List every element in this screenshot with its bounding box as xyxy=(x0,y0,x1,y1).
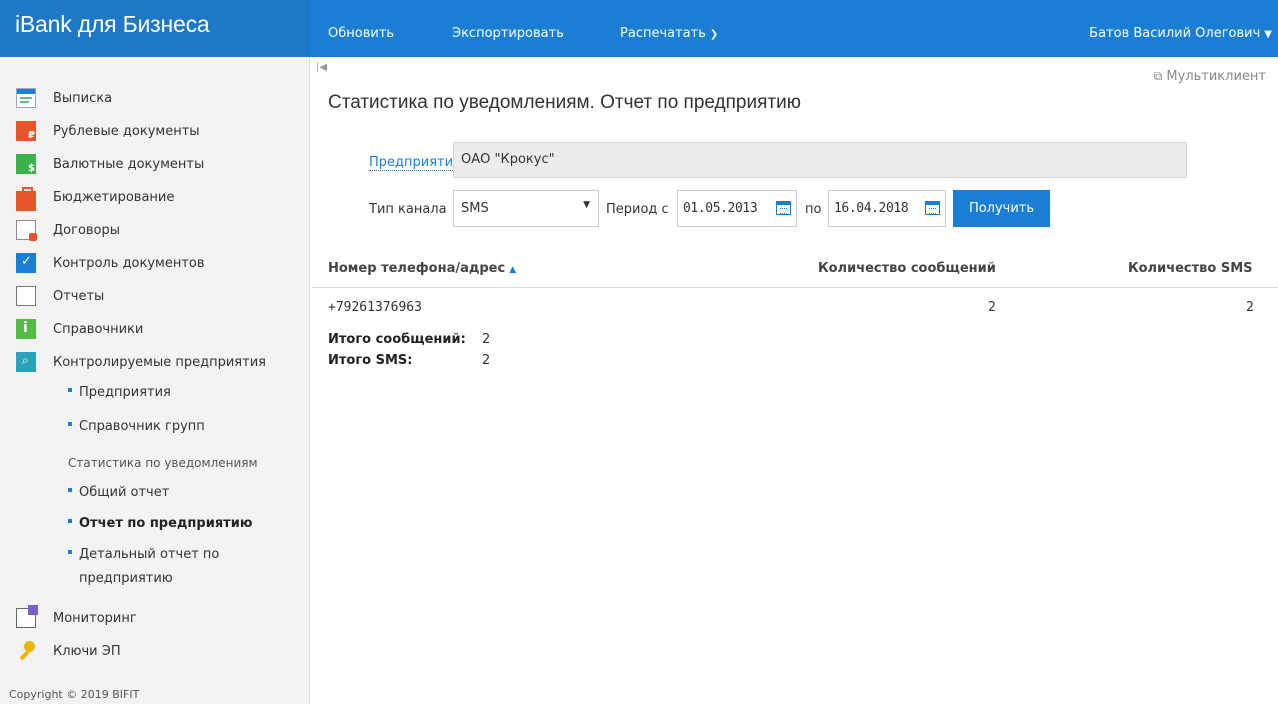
export-label: Экспортировать xyxy=(452,26,564,41)
statement-icon xyxy=(16,88,36,108)
total-sms-label: Итого SMS: xyxy=(328,353,413,368)
sidebar-item-label: Выписка xyxy=(53,91,113,106)
multiclient-link[interactable]: ⧉ Мультиклиент xyxy=(1154,69,1266,84)
period-to-label: по xyxy=(805,202,822,217)
sidebar-item-label: Мониторинг xyxy=(53,611,137,626)
table-cell-phone: +79261376963 xyxy=(328,300,422,315)
collapse-sidebar-icon[interactable]: |◀ xyxy=(316,62,327,73)
monitoring-icon xyxy=(16,605,38,628)
brand-block: iBank для Бизнеса xyxy=(0,0,310,57)
sidebar-item-keys[interactable]: Ключи ЭП xyxy=(16,635,121,661)
sidebar-section-title: Статистика по уведомлениям xyxy=(68,456,258,470)
sort-ascending-icon: ▲ xyxy=(509,265,517,275)
sidebar-item-reports[interactable]: Отчеты xyxy=(16,280,104,306)
sidebar-item-document-control[interactable]: Контроль документов xyxy=(16,247,205,273)
sidebar-subitem-detailed-report-cont[interactable]: предприятию xyxy=(79,571,173,586)
ruble-documents-icon: ₽ xyxy=(16,121,36,141)
print-menu-button[interactable]: Распечатать ❯ xyxy=(620,26,718,41)
sidebar: Выписка ₽ Рублевые документы $ Валютные … xyxy=(0,57,310,704)
sidebar-subitem-general-report[interactable]: Общий отчет xyxy=(68,485,169,500)
sidebar-item-directories[interactable]: Справочники xyxy=(16,313,143,339)
sidebar-item-label: Договоры xyxy=(53,223,121,238)
channel-type-value: SMS xyxy=(461,201,489,216)
total-messages-label: Итого сообщений: xyxy=(328,332,466,347)
sidebar-item-label: Контроль документов xyxy=(53,256,205,271)
enterprise-link[interactable]: Предприятие xyxy=(369,155,462,171)
total-messages-value: 2 xyxy=(482,332,491,347)
date-to-value: 16.04.2018 xyxy=(834,201,909,216)
briefcase-icon xyxy=(16,187,36,211)
date-to-input[interactable]: 16.04.2018 xyxy=(828,190,946,227)
sidebar-item-label: Валютные документы xyxy=(53,157,205,172)
top-bar: iBank для Бизнеса Обновить Экспортироват… xyxy=(0,0,1278,57)
export-button[interactable]: Экспортировать xyxy=(452,26,564,41)
sidebar-subitem-group-directory[interactable]: Справочник групп xyxy=(68,419,205,434)
get-report-button[interactable]: Получить xyxy=(953,190,1050,227)
column-header-phone[interactable]: Номер телефона/адрес ▲ xyxy=(328,261,516,276)
table-cell-sms: 2 xyxy=(1246,300,1254,315)
page-title: Статистика по уведомлениям. Отчет по пре… xyxy=(328,92,801,113)
sidebar-item-label: Ключи ЭП xyxy=(53,644,121,659)
report-icon xyxy=(16,286,36,306)
search-document-icon xyxy=(16,352,36,372)
channel-type-select[interactable]: SMS ▼ xyxy=(453,190,599,227)
column-header-sms[interactable]: Количество SMS xyxy=(1128,261,1253,276)
total-sms-value: 2 xyxy=(482,353,491,368)
user-name: Батов Василий Олегович xyxy=(1089,26,1261,41)
sidebar-item-budgeting[interactable]: Бюджетирование xyxy=(16,181,175,211)
sidebar-item-label: Бюджетирование xyxy=(53,190,175,205)
column-header-label: Номер телефона/адрес xyxy=(328,261,506,276)
app-logo[interactable]: iBank для Бизнеса xyxy=(15,11,210,38)
sidebar-item-contracts[interactable]: Договоры xyxy=(16,214,121,241)
info-icon xyxy=(16,319,36,339)
date-from-input[interactable]: 01.05.2013 xyxy=(677,190,797,227)
external-link-icon: ⧉ xyxy=(1153,69,1163,83)
enterprise-field[interactable]: ОАО "Крокус" xyxy=(453,142,1187,178)
user-menu[interactable]: Батов Василий Олегович ▼ xyxy=(1089,26,1272,41)
sidebar-subitem-detailed-report[interactable]: Детальный отчет по xyxy=(68,547,219,562)
channel-type-label: Тип канала xyxy=(369,202,447,217)
table-cell-messages: 2 xyxy=(988,300,996,315)
check-document-icon xyxy=(16,253,36,273)
sidebar-subitem-enterprises[interactable]: Предприятия xyxy=(68,385,171,400)
sidebar-item-label: Отчеты xyxy=(53,289,105,304)
calendar-icon[interactable] xyxy=(925,201,940,215)
column-header-messages[interactable]: Количество сообщений xyxy=(818,261,996,276)
multiclient-label: Мультиклиент xyxy=(1166,69,1266,84)
currency-documents-icon: $ xyxy=(16,154,36,174)
sidebar-item-currency-documents[interactable]: $ Валютные документы xyxy=(16,148,204,174)
date-from-value: 01.05.2013 xyxy=(683,201,758,216)
sidebar-item-monitoring[interactable]: Мониторинг xyxy=(16,602,137,628)
sidebar-subitem-enterprise-report[interactable]: Отчет по предприятию xyxy=(68,516,252,531)
period-from-label: Период с xyxy=(606,202,669,217)
calendar-icon[interactable] xyxy=(776,201,791,215)
refresh-label: Обновить xyxy=(328,26,395,41)
chevron-down-icon: ❯ xyxy=(709,29,719,40)
print-label: Распечатать xyxy=(620,26,706,41)
sidebar-item-controlled-enterprises[interactable]: Контролируемые предприятия xyxy=(16,346,266,372)
contract-icon xyxy=(16,220,37,241)
table-header-divider xyxy=(312,287,1278,288)
sidebar-item-label: Рублевые документы xyxy=(53,124,200,139)
sidebar-item-label: Справочники xyxy=(53,322,144,337)
refresh-button[interactable]: Обновить xyxy=(328,26,394,41)
key-icon xyxy=(16,641,36,661)
sidebar-item-label: Контролируемые предприятия xyxy=(53,355,266,370)
chevron-down-icon: ▼ xyxy=(1264,29,1272,40)
sidebar-item-statement[interactable]: Выписка xyxy=(16,82,112,108)
dropdown-arrow-icon: ▼ xyxy=(583,200,590,210)
sidebar-item-ruble-documents[interactable]: ₽ Рублевые документы xyxy=(16,115,200,141)
copyright: Copyright © 2019 BIFIT xyxy=(9,688,140,701)
